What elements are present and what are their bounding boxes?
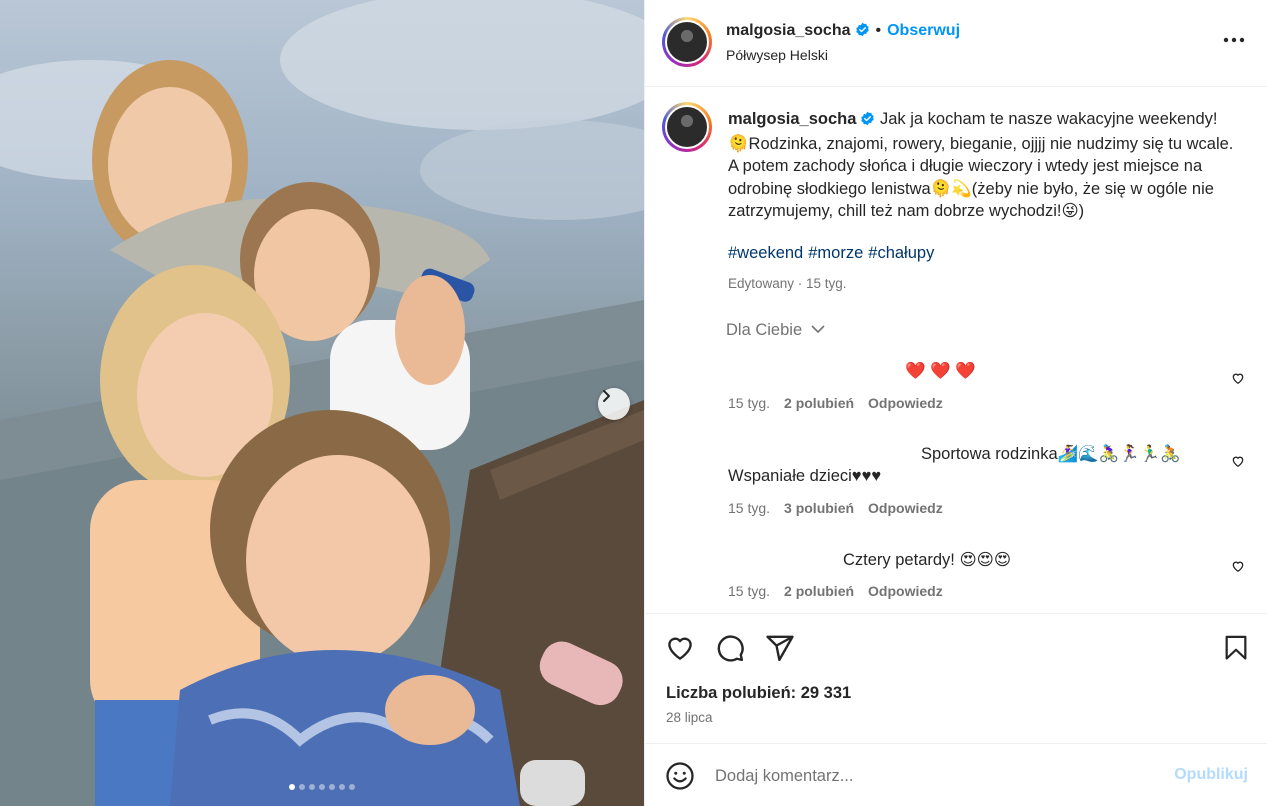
comment-likes-count[interactable]: 2 polubień <box>784 395 854 411</box>
hashtag-link[interactable]: #weekend <box>728 244 803 262</box>
follow-button[interactable]: Obserwuj <box>887 22 960 39</box>
comment-text-line2: Wspaniałe dzieci♥♥♥ <box>728 467 882 485</box>
comment-time: 15 tyg. <box>728 395 771 411</box>
comment-text: ❤️ ❤️ ❤️ <box>905 362 976 380</box>
comment-input[interactable] <box>715 764 1135 788</box>
comment-icon <box>717 635 744 662</box>
likes-count[interactable]: Liczba polubień: 29 331 <box>666 684 851 703</box>
reply-button[interactable]: Odpowiedz <box>868 583 943 599</box>
publish-button[interactable]: Opublikuj <box>1174 766 1248 784</box>
comment-like-button[interactable] <box>1231 559 1245 578</box>
post-header: malgosia_socha • Obserwuj Półwysep Helski <box>645 0 1267 87</box>
heart-outline-icon <box>1232 561 1244 573</box>
share-icon <box>766 635 794 662</box>
next-slide-button[interactable] <box>598 388 630 420</box>
comment-likes-count[interactable]: 2 polubień <box>784 583 854 599</box>
carousel-indicator <box>0 784 644 790</box>
comment-meta: 15 tyg. 2 polubień Odpowiedz <box>728 583 943 599</box>
comment-meta: 15 tyg. 2 polubień Odpowiedz <box>728 395 943 411</box>
comment-text: Cztery petardy! 😍😍😍 <box>843 551 1012 569</box>
location-link[interactable]: Półwysep Helski <box>726 47 828 63</box>
more-dots-icon <box>1223 37 1245 43</box>
carousel-dot <box>329 784 335 790</box>
carousel-dot <box>309 784 315 790</box>
post-details-panel: malgosia_socha • Obserwuj Półwysep Helski … <box>644 0 1267 806</box>
for-you-filter[interactable]: Dla Ciebie <box>726 321 825 340</box>
reply-button[interactable]: Odpowiedz <box>868 395 943 411</box>
like-button[interactable] <box>665 633 695 668</box>
comment-text: Sportowa rodzinka🏄‍♀️🌊🚴‍♀️🏃‍♀️🏃‍♂️🚴 <box>921 445 1181 463</box>
post-caption: malgosia_socha Jak ja kocham te nasze wa… <box>728 108 1238 223</box>
verified-badge-icon <box>860 110 875 133</box>
heart-icon <box>668 637 692 660</box>
hashtag-list: #weekend #morze #chałupy <box>728 244 939 263</box>
chevron-right-icon <box>603 390 610 402</box>
smiley-icon <box>666 762 694 790</box>
carousel-dot <box>319 784 325 790</box>
emoji-picker-button[interactable] <box>665 761 695 796</box>
header-user-line: malgosia_socha • Obserwuj <box>726 22 960 42</box>
carousel-dot <box>339 784 345 790</box>
caption-avatar[interactable] <box>662 102 712 152</box>
separator-dot: • <box>875 22 882 39</box>
save-button[interactable] <box>1222 633 1250 668</box>
verified-badge-icon <box>855 22 870 42</box>
comment-time: 15 tyg. <box>728 500 771 516</box>
edited-timestamp: Edytowany · 15 tyg. <box>728 276 847 291</box>
hashtag-link[interactable]: #chałupy <box>868 244 934 262</box>
comment-meta: 15 tyg. 3 polubień Odpowiedz <box>728 500 943 516</box>
carousel-dot <box>299 784 305 790</box>
heart-outline-icon <box>1232 373 1244 385</box>
photo-illustration <box>0 0 644 806</box>
post-date[interactable]: 28 lipca <box>666 710 713 725</box>
bookmark-icon <box>1225 635 1247 660</box>
post-actions: Liczba polubień: 29 331 28 lipca <box>645 613 1267 743</box>
avatar-image <box>665 105 709 149</box>
reply-button[interactable]: Odpowiedz <box>868 500 943 516</box>
for-you-label: Dla Ciebie <box>726 321 803 339</box>
avatar-image <box>665 20 709 64</box>
comment-likes-count[interactable]: 3 polubień <box>784 500 854 516</box>
heart-outline-icon <box>1232 456 1244 468</box>
comment-button[interactable] <box>715 633 745 668</box>
chevron-down-icon <box>811 325 825 334</box>
more-options-button[interactable] <box>1223 30 1245 48</box>
add-comment-bar: Opublikuj <box>645 743 1267 806</box>
carousel-dot <box>289 784 295 790</box>
caption-username-link[interactable]: malgosia_socha <box>728 110 856 128</box>
post-photo[interactable] <box>0 0 644 806</box>
comment-like-button[interactable] <box>1231 371 1245 390</box>
avatar[interactable] <box>662 17 712 67</box>
carousel-dot <box>349 784 355 790</box>
comment-like-button[interactable] <box>1231 454 1245 473</box>
share-button[interactable] <box>765 633 795 668</box>
username-link[interactable]: malgosia_socha <box>726 22 851 39</box>
comment-time: 15 tyg. <box>728 583 771 599</box>
hashtag-link[interactable]: #morze <box>808 244 863 262</box>
